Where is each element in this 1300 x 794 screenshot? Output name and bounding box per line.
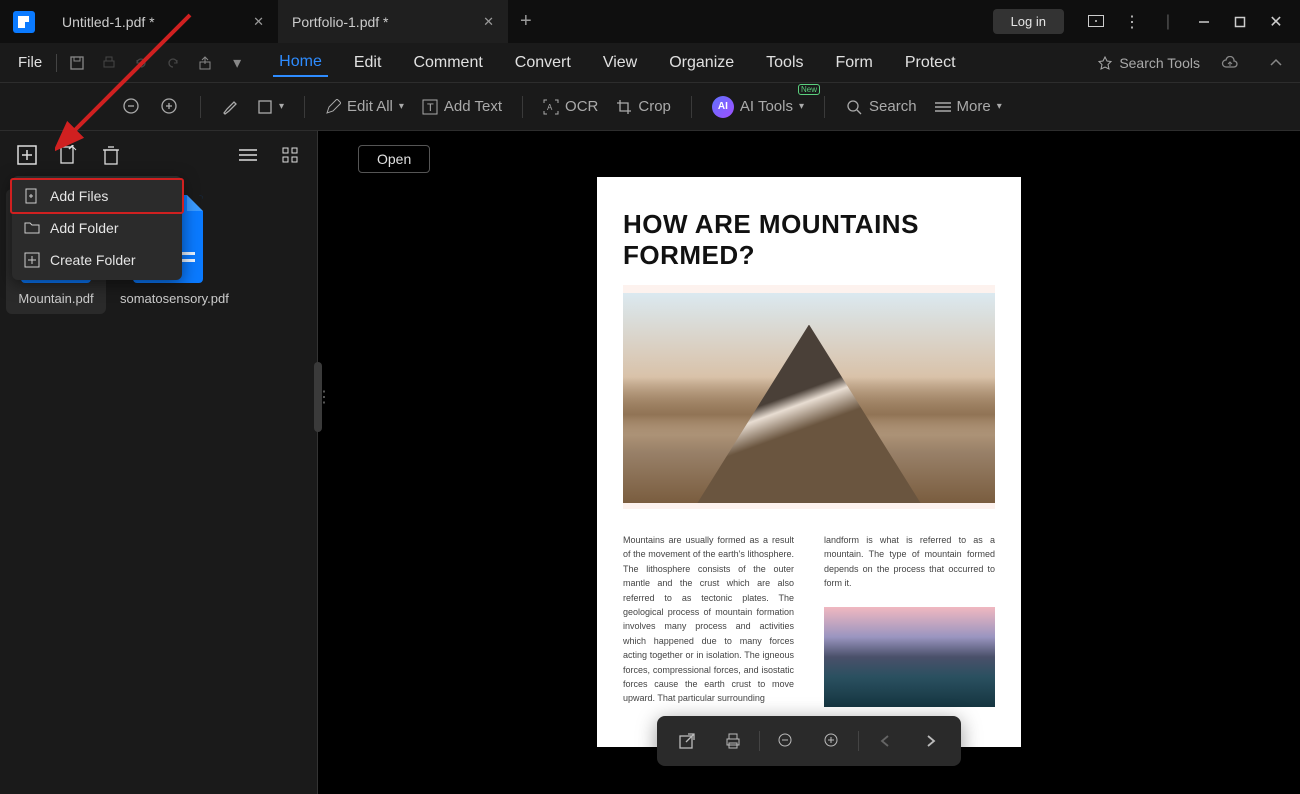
- close-icon[interactable]: ✕: [423, 14, 494, 30]
- search-button[interactable]: Search: [839, 94, 923, 120]
- zoom-out-icon[interactable]: [116, 93, 148, 121]
- search-tools[interactable]: Search Tools: [1097, 55, 1200, 71]
- ocr-button[interactable]: AOCR: [537, 94, 604, 119]
- undo-icon[interactable]: [128, 50, 154, 76]
- more-button[interactable]: More▾: [929, 94, 1008, 119]
- column-2: landform is what is referred to as a mou…: [824, 533, 995, 707]
- hero-image: [623, 293, 995, 503]
- tab-form[interactable]: Form: [830, 50, 879, 76]
- open-external-icon[interactable]: [667, 726, 707, 756]
- highlighter-icon[interactable]: [215, 94, 245, 120]
- minimize-icon[interactable]: [1186, 0, 1222, 43]
- shape-tool[interactable]: ▾: [251, 95, 290, 119]
- menubar: File ▾ Home Edit Comment Convert View Or…: [0, 43, 1300, 83]
- open-button[interactable]: Open: [358, 145, 430, 173]
- file-label: Mountain.pdf: [8, 291, 104, 308]
- svg-text:A: A: [547, 103, 553, 112]
- document-title: HOW ARE MOUNTAINS FORMED?: [623, 209, 995, 271]
- page-preview: HOW ARE MOUNTAINS FORMED? Mountains are …: [597, 177, 1021, 747]
- add-button[interactable]: [16, 144, 38, 166]
- ai-tools-button[interactable]: AIAI Tools▾New: [706, 92, 810, 122]
- print-icon[interactable]: [713, 726, 753, 756]
- menu-add-files[interactable]: Add Files: [10, 178, 184, 214]
- toolbar: ▾ Edit All▾ TAdd Text AOCR Crop AIAI Too…: [0, 83, 1300, 131]
- login-button[interactable]: Log in: [993, 9, 1064, 34]
- collapse-icon[interactable]: [1263, 50, 1289, 76]
- tab-protect[interactable]: Protect: [899, 50, 962, 76]
- close-window-icon[interactable]: ✕: [1258, 0, 1294, 43]
- zoom-out-icon[interactable]: [766, 726, 806, 756]
- grid-view-icon[interactable]: [279, 144, 301, 166]
- tab-home[interactable]: Home: [273, 49, 328, 77]
- menu-create-folder[interactable]: Create Folder: [12, 244, 182, 276]
- notification-icon[interactable]: [1078, 0, 1114, 43]
- tab-untitled[interactable]: Untitled-1.pdf * ✕: [48, 0, 278, 43]
- delete-icon[interactable]: [100, 144, 122, 166]
- share-icon[interactable]: [192, 50, 218, 76]
- cloud-icon[interactable]: [1217, 50, 1243, 76]
- document-viewer: Open HOW ARE MOUNTAINS FORMED? Mountains…: [318, 131, 1300, 794]
- titlebar: Untitled-1.pdf * ✕ Portfolio-1.pdf * ✕ +…: [0, 0, 1300, 43]
- close-icon[interactable]: ✕: [193, 14, 264, 30]
- kebab-menu-icon[interactable]: ⋮: [1114, 0, 1150, 43]
- panel-splitter[interactable]: [314, 362, 322, 432]
- maximize-icon[interactable]: [1222, 0, 1258, 43]
- menu-item-label: Add Folder: [50, 220, 118, 236]
- dropdown-icon[interactable]: ▾: [224, 50, 250, 76]
- list-view-icon[interactable]: [237, 144, 259, 166]
- redo-icon[interactable]: [160, 50, 186, 76]
- column-1: Mountains are usually formed as a result…: [623, 533, 794, 707]
- zoom-in-icon[interactable]: [812, 726, 852, 756]
- tab-portfolio[interactable]: Portfolio-1.pdf * ✕: [278, 0, 508, 43]
- prev-page-icon[interactable]: [865, 726, 905, 756]
- zoom-in-icon[interactable]: [154, 93, 186, 121]
- tab-organize[interactable]: Organize: [663, 50, 740, 76]
- file-menu[interactable]: File: [8, 54, 52, 71]
- menu-item-label: Create Folder: [50, 252, 136, 268]
- menu-item-label: Add Files: [50, 188, 108, 204]
- tab-tools[interactable]: Tools: [760, 50, 809, 76]
- tab-comment[interactable]: Comment: [407, 50, 488, 76]
- print-icon[interactable]: [96, 50, 122, 76]
- svg-text:T: T: [427, 102, 434, 114]
- tab-view[interactable]: View: [597, 50, 643, 76]
- crop-button[interactable]: Crop: [610, 94, 677, 119]
- new-tab-button[interactable]: +: [508, 0, 544, 43]
- app-icon: [13, 11, 35, 33]
- add-text-button[interactable]: TAdd Text: [416, 94, 508, 119]
- tab-label: Portfolio-1.pdf *: [292, 14, 389, 30]
- edit-file-icon[interactable]: [58, 144, 80, 166]
- file-label: somatosensory.pdf: [120, 291, 216, 308]
- edit-all-button[interactable]: Edit All▾: [319, 94, 410, 119]
- tab-edit[interactable]: Edit: [348, 50, 388, 76]
- tab-convert[interactable]: Convert: [509, 50, 577, 76]
- menu-add-folder[interactable]: Add Folder: [12, 212, 182, 244]
- tab-label: Untitled-1.pdf *: [62, 14, 155, 30]
- next-page-icon[interactable]: [911, 726, 951, 756]
- add-context-menu: Add Files Add Folder Create Folder: [12, 176, 182, 280]
- secondary-image: [824, 607, 995, 707]
- save-icon[interactable]: [64, 50, 90, 76]
- floating-toolbar: [657, 716, 961, 766]
